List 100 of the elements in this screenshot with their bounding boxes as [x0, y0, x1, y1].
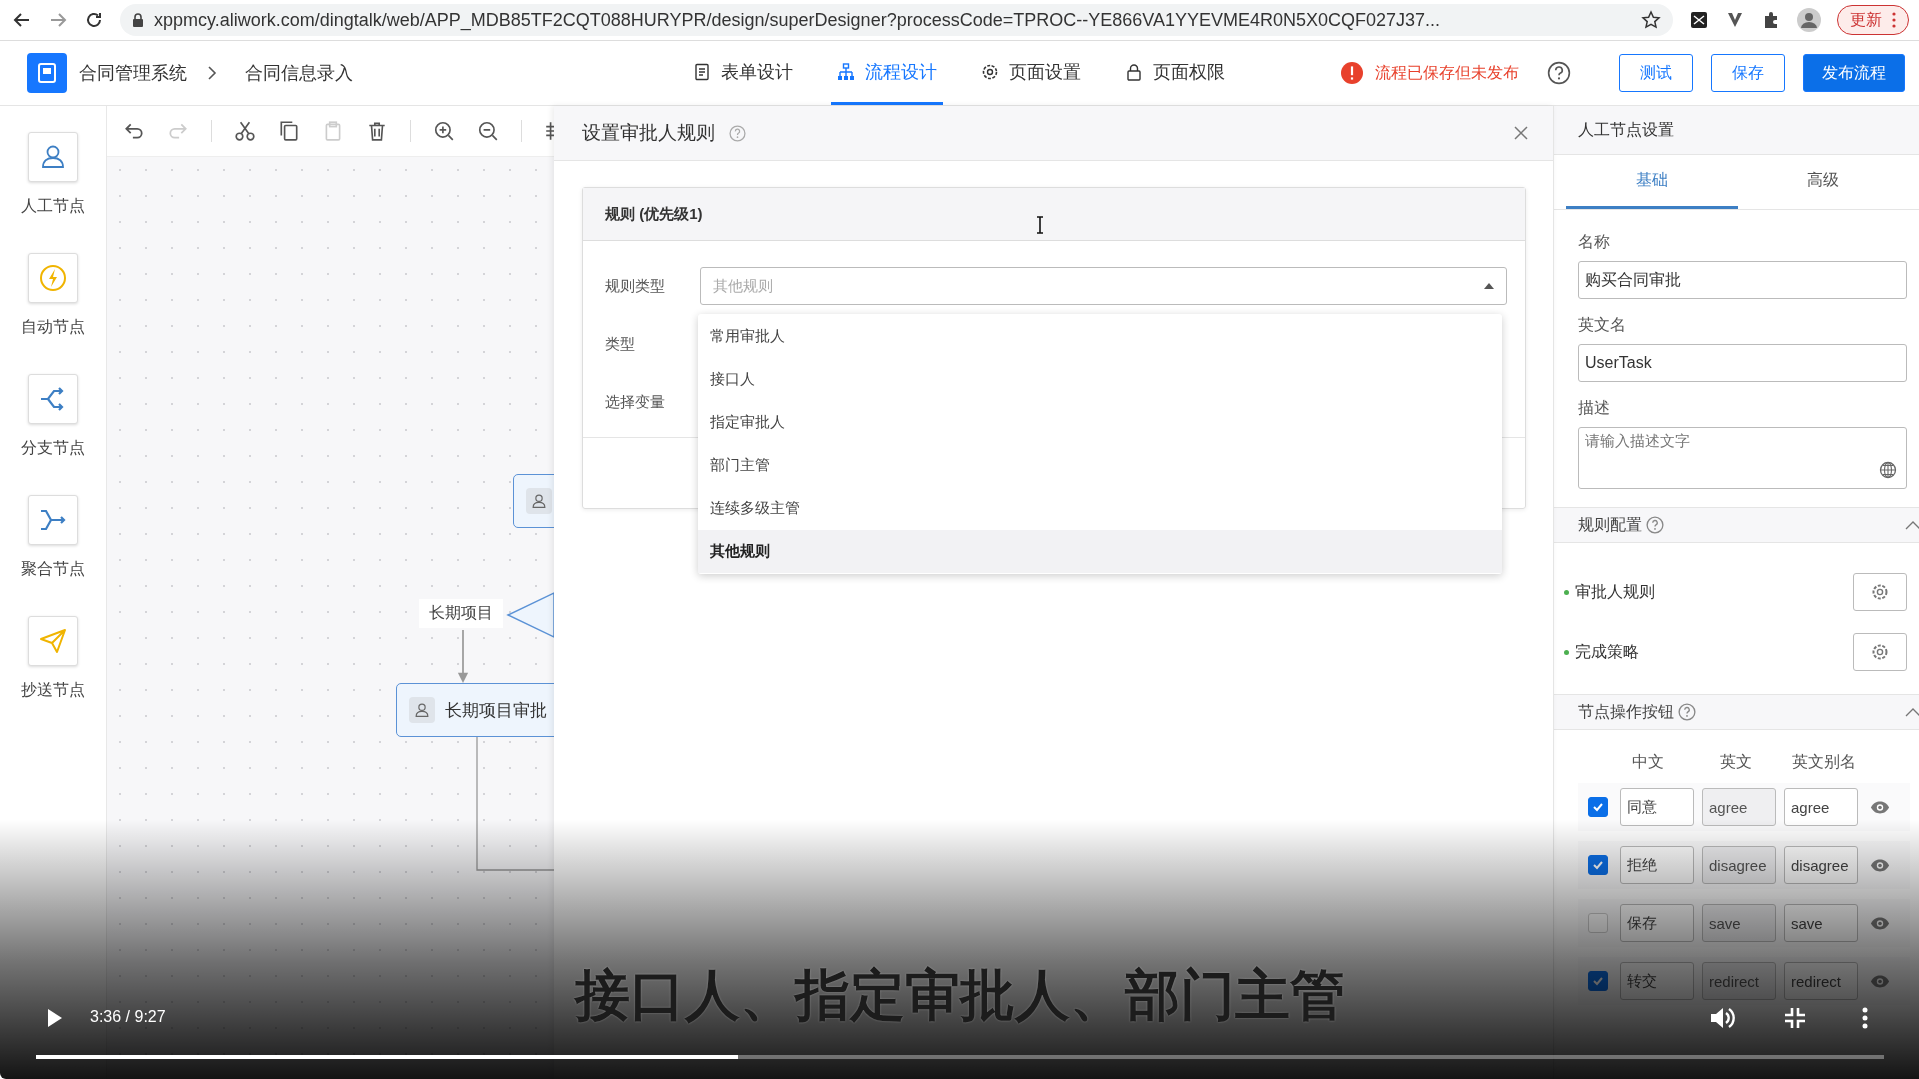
chevron-right-icon — [207, 65, 217, 81]
exit-fullscreen-icon[interactable] — [1784, 1007, 1806, 1029]
section-title: 节点操作按钮 — [1578, 701, 1674, 722]
dropdown-option[interactable]: 部门主管 — [698, 444, 1502, 487]
paper-plane-icon — [38, 626, 68, 656]
extension-icon[interactable] — [1689, 10, 1709, 30]
subtitle-text: 接口人、指定审批人、部门主管 — [574, 963, 1345, 1028]
person-icon — [409, 697, 435, 723]
eye-icon[interactable] — [1870, 800, 1890, 814]
eye-icon[interactable] — [1870, 858, 1890, 872]
video-time: 3:36 / 9:27 — [90, 1008, 166, 1026]
dropdown-option[interactable]: 指定审批人 — [698, 401, 1502, 444]
header-tab[interactable]: 表单设计 — [687, 41, 799, 105]
dialog-title: 设置审批人规则 — [582, 121, 715, 145]
profile-icon[interactable] — [1797, 8, 1821, 32]
trash-icon[interactable] — [366, 120, 388, 142]
star-icon[interactable] — [1641, 10, 1661, 30]
gear-icon — [981, 62, 999, 81]
checkbox[interactable] — [1588, 971, 1608, 991]
header-tab[interactable]: 页面设置 — [975, 41, 1087, 105]
progress-track[interactable] — [36, 1055, 1884, 1059]
header-tab[interactable]: 页面权限 — [1119, 41, 1231, 105]
flowchart-icon — [837, 62, 855, 81]
dropdown-option[interactable]: 接口人 — [698, 358, 1502, 401]
zoom-out-icon[interactable] — [477, 120, 499, 142]
node-tile[interactable] — [28, 495, 78, 545]
description-field[interactable]: 请输入描述文字 — [1578, 427, 1907, 489]
chevron-up-icon[interactable] — [1905, 520, 1919, 530]
flow-node[interactable]: 长期项目审批 — [396, 683, 554, 737]
eye-icon[interactable] — [1870, 916, 1890, 930]
bullet-dot — [1564, 649, 1569, 655]
status-text: 流程已保存但未发布 — [1375, 62, 1519, 83]
field-label: 规则类型 — [605, 276, 666, 296]
globe-icon[interactable] — [1879, 461, 1897, 479]
gear-icon — [1870, 642, 1890, 662]
app-logo-icon[interactable] — [27, 53, 67, 93]
node-label: 人工节点 — [21, 196, 85, 216]
node-tile[interactable] — [28, 132, 78, 182]
select-value: 其他规则 — [713, 276, 773, 296]
english-field: redirect — [1702, 962, 1776, 1000]
label-field[interactable]: 拒绝 — [1620, 846, 1694, 884]
settings-button[interactable] — [1853, 573, 1907, 611]
dropdown-option[interactable]: 连续多级主管 — [698, 487, 1502, 530]
caret-up-icon — [1484, 283, 1494, 289]
panel-title: 人工节点设置 — [1578, 119, 1674, 140]
label-field[interactable]: 保存 — [1620, 904, 1694, 942]
publish-button[interactable]: 发布流程 — [1803, 54, 1905, 92]
alias-field[interactable]: save — [1784, 904, 1858, 942]
name-field[interactable]: 购买合同审批 — [1578, 261, 1907, 299]
chevron-up-icon[interactable] — [1905, 707, 1919, 717]
node-label: 自动节点 — [21, 317, 85, 337]
cut-icon[interactable] — [234, 120, 256, 142]
node-tile[interactable] — [28, 374, 78, 424]
node-label: 聚合节点 — [21, 559, 85, 579]
node-label: 分支节点 — [21, 438, 85, 458]
help-icon[interactable] — [1547, 61, 1571, 85]
checkbox[interactable] — [1588, 797, 1608, 817]
checkbox[interactable] — [1588, 855, 1608, 875]
panel-tab[interactable]: 高级 — [1737, 155, 1909, 209]
rule-label: 完成策略 — [1575, 641, 1639, 662]
header-button[interactable]: 测试 — [1619, 54, 1693, 92]
volume-icon[interactable] — [1709, 1006, 1735, 1030]
zoom-in-icon[interactable] — [433, 120, 455, 142]
column-header: 中文 — [1631, 752, 1665, 772]
branch-label: 长期项目 — [419, 599, 503, 628]
more-icon[interactable] — [1862, 1007, 1868, 1029]
column-header: 英文 — [1719, 752, 1753, 772]
reload-icon[interactable] — [84, 10, 104, 30]
label-field[interactable]: 同意 — [1620, 788, 1694, 826]
app-name[interactable]: 合同管理系统 — [79, 61, 187, 85]
gear-icon — [1870, 582, 1890, 602]
section-title: 规则配置 — [1578, 514, 1642, 535]
lock-icon — [132, 13, 144, 27]
help-icon[interactable] — [1678, 703, 1696, 721]
node-tile[interactable] — [28, 616, 78, 666]
dropdown-option[interactable]: 其他规则 — [698, 530, 1502, 573]
panel-tab[interactable]: 基础 — [1566, 155, 1738, 209]
person-icon — [526, 488, 552, 514]
document-icon — [693, 62, 711, 81]
close-icon[interactable] — [1513, 125, 1529, 141]
lock-icon — [1125, 62, 1143, 81]
node-label: 抄送节点 — [21, 680, 85, 700]
update-button[interactable]: 更新 — [1837, 5, 1909, 35]
dropdown-option[interactable]: 常用审批人 — [698, 315, 1502, 358]
lightning-icon — [38, 263, 68, 293]
help-icon[interactable] — [1646, 516, 1664, 534]
settings-button[interactable] — [1853, 633, 1907, 671]
eye-icon[interactable] — [1870, 974, 1890, 988]
alias-field[interactable]: agree — [1784, 788, 1858, 826]
english-field: agree — [1702, 788, 1776, 826]
header-button[interactable]: 保存 — [1711, 54, 1785, 92]
play-icon[interactable] — [47, 1008, 63, 1028]
field-label: 英文名 — [1578, 315, 1627, 335]
page-name[interactable]: 合同信息录入 — [245, 61, 353, 85]
english-name-field[interactable]: UserTask — [1578, 344, 1907, 382]
menu-icon — [1892, 12, 1896, 28]
warning-icon — [1341, 62, 1363, 84]
node-tile[interactable] — [28, 253, 78, 303]
copy-icon[interactable] — [278, 120, 300, 142]
alias-field[interactable]: disagree — [1784, 846, 1858, 884]
